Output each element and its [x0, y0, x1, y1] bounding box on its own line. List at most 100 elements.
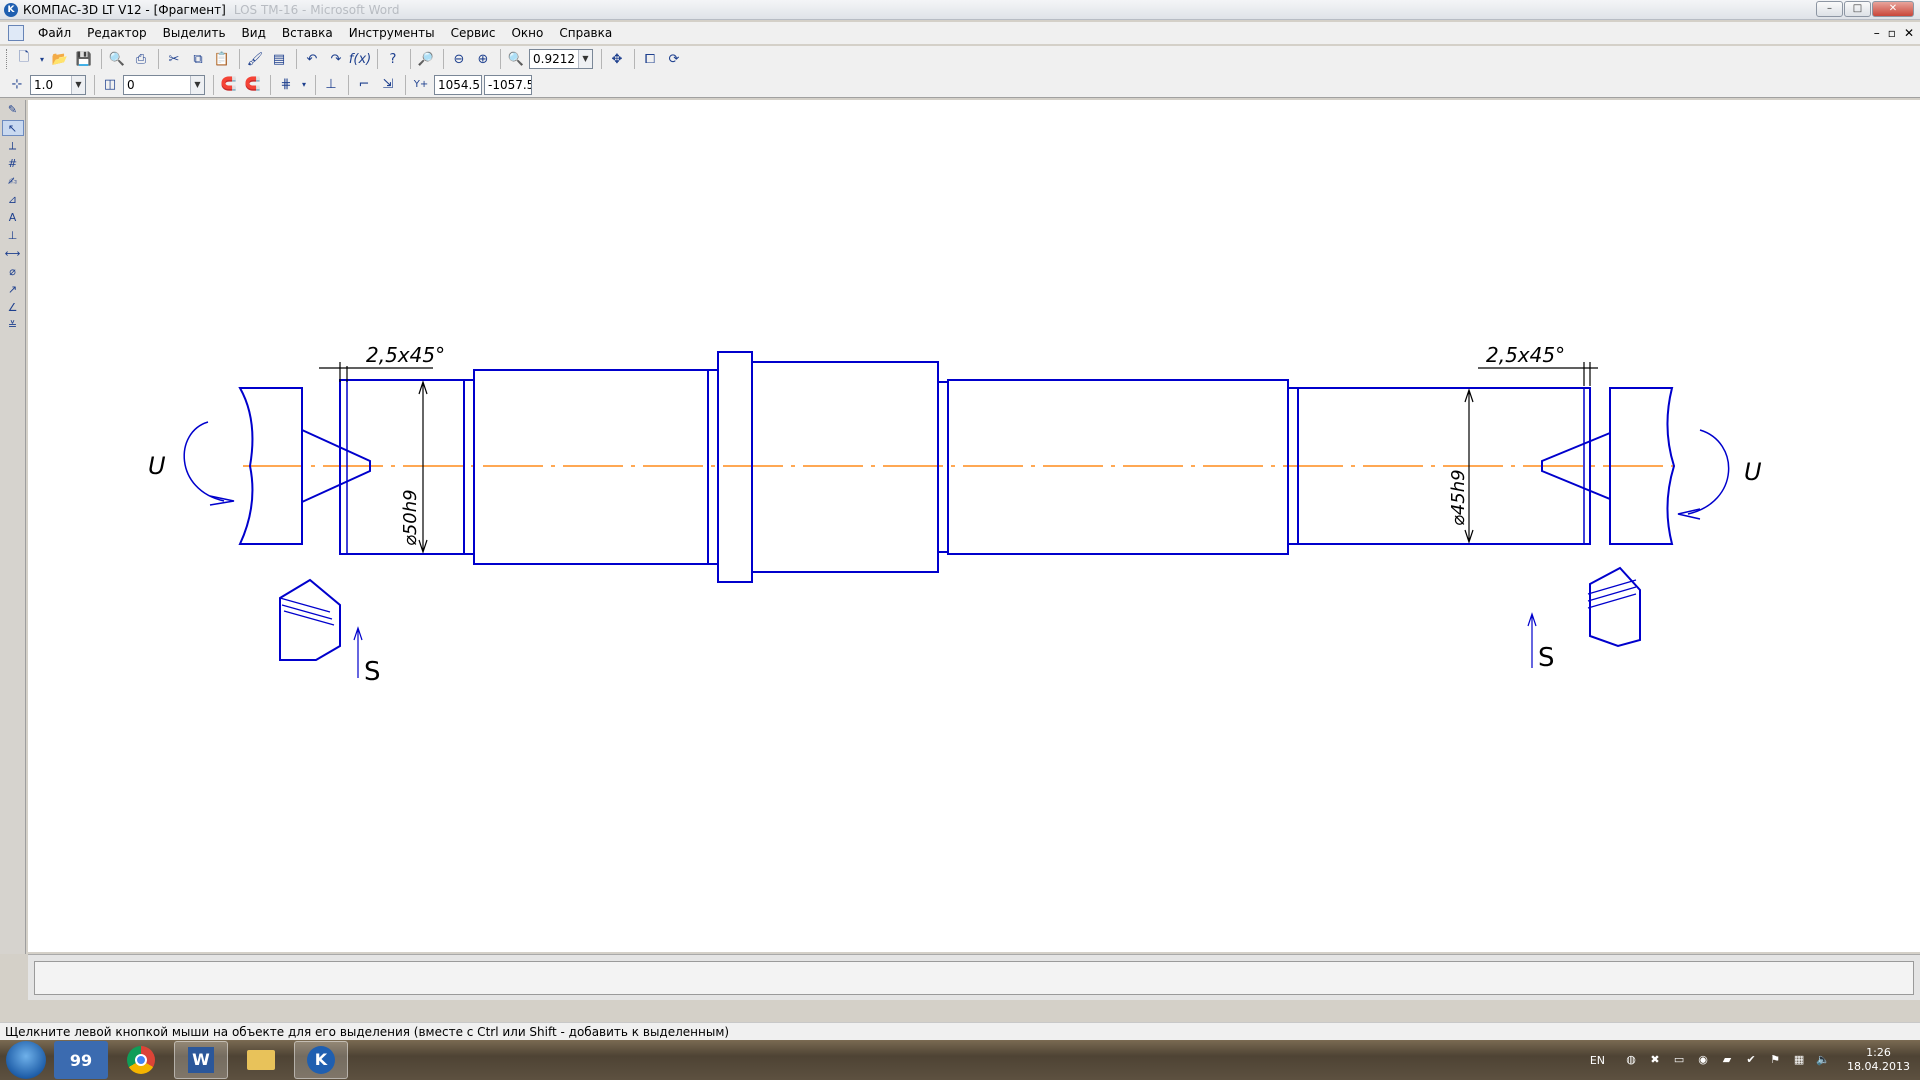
- chevron-down-icon[interactable]: ▼: [190, 75, 204, 94]
- diameter-icon[interactable]: ⌀: [2, 264, 24, 280]
- maximize-button[interactable]: □: [1844, 1, 1871, 17]
- clock-time: 1:26: [1866, 1046, 1891, 1059]
- close-button[interactable]: ✕: [1872, 1, 1914, 17]
- coord-y-field[interactable]: -1057.5: [484, 74, 532, 95]
- open-folder-icon[interactable]: 📂: [49, 48, 71, 70]
- nvidia-tray-icon[interactable]: ▰: [1719, 1052, 1735, 1068]
- property-panel-area[interactable]: [34, 961, 1914, 995]
- menu-window[interactable]: Окно: [503, 22, 551, 44]
- copy-icon[interactable]: ⧉: [187, 48, 209, 70]
- chrome-taskbar-icon[interactable]: [114, 1041, 168, 1079]
- radius-icon[interactable]: ↗: [2, 282, 24, 298]
- taskbar: 99 W K EN ◍ ✖ ▭ ◉ ▰ ✔ ⚑ ▦ 🔈 1:26 18.04.2…: [0, 1040, 1920, 1080]
- step-icon[interactable]: ⊹: [6, 74, 28, 96]
- document-icon[interactable]: [8, 25, 24, 41]
- show-all-icon[interactable]: ⧠: [639, 48, 661, 70]
- layer-combobox[interactable]: 0 ▼: [123, 74, 205, 95]
- doc-restore-button[interactable]: ▫: [1888, 22, 1896, 44]
- left-rotation-label: U: [148, 452, 166, 480]
- dimensions-icon[interactable]: ⟂: [2, 138, 24, 154]
- kompas-taskbar-icon[interactable]: K: [294, 1041, 348, 1079]
- security-tray-icon[interactable]: ✔: [1743, 1052, 1759, 1068]
- toolbar-separator: [377, 49, 378, 69]
- zoom-in-icon[interactable]: ⊕: [472, 48, 494, 70]
- menu-view[interactable]: Вид: [234, 22, 274, 44]
- print-icon[interactable]: ⎙: [130, 48, 152, 70]
- menu-file[interactable]: Файл: [30, 22, 79, 44]
- grid-icon[interactable]: ⋕: [275, 74, 297, 96]
- measure-icon[interactable]: ⊥: [2, 228, 24, 244]
- minimize-button[interactable]: –: [1816, 1, 1843, 17]
- menu-help[interactable]: Справка: [551, 22, 620, 44]
- system-tray: EN ◍ ✖ ▭ ◉ ▰ ✔ ⚑ ▦ 🔈 1:26 18.04.2013: [1590, 1040, 1910, 1080]
- step-combobox[interactable]: 1.0 ▼: [30, 74, 86, 95]
- snap-settings-icon[interactable]: 🧲: [242, 74, 264, 96]
- toolbar-separator: [213, 74, 214, 95]
- copy-properties-icon[interactable]: 🖌: [244, 48, 266, 70]
- roughness-icon[interactable]: ≚: [2, 318, 24, 334]
- pan-icon[interactable]: ✥: [606, 48, 628, 70]
- save-icon[interactable]: 💾: [73, 48, 95, 70]
- coord-x-field[interactable]: 1054.5: [434, 74, 482, 95]
- paste-icon[interactable]: 📋: [211, 48, 233, 70]
- chevron-down-icon[interactable]: ▼: [578, 50, 592, 68]
- variables-icon[interactable]: ▤: [268, 48, 290, 70]
- word-taskbar-icon[interactable]: W: [174, 1041, 228, 1079]
- local-coordinates-icon[interactable]: ⊥: [320, 74, 342, 96]
- print-preview-icon[interactable]: 🔍: [106, 48, 128, 70]
- parametrization-icon[interactable]: ⊿: [2, 192, 24, 208]
- display-tray-icon[interactable]: ▭: [1671, 1052, 1687, 1068]
- toolbar-separator: [270, 74, 271, 95]
- explorer-taskbar-icon[interactable]: [234, 1041, 288, 1079]
- chevron-down-icon[interactable]: ▼: [71, 75, 85, 94]
- refresh-icon[interactable]: ⟳: [663, 48, 685, 70]
- snap-magnet-icon[interactable]: 🧲: [218, 74, 240, 96]
- zoom-scale-icon[interactable]: 🔍: [505, 48, 527, 70]
- menu-insert[interactable]: Вставка: [274, 22, 341, 44]
- cursor-coordinates-icon[interactable]: ⇲: [377, 74, 399, 96]
- doc-close-button[interactable]: ✕: [1904, 22, 1914, 44]
- edit-icon[interactable]: ✍: [2, 174, 24, 190]
- title-bar: K КОМПАС-3D LT V12 - [Фрагмент] LOS TM-1…: [0, 0, 1920, 20]
- start-button[interactable]: [6, 1041, 46, 1079]
- background-window-title: LOS TM-16 - Microsoft Word: [233, 2, 400, 17]
- geometry-icon[interactable]: ✎: [2, 102, 24, 118]
- linear-dimension-icon[interactable]: ⟷: [2, 246, 24, 262]
- dropdown-arrow-icon[interactable]: ▾: [299, 74, 309, 96]
- update-tray-icon[interactable]: ◉: [1695, 1052, 1711, 1068]
- volume-icon[interactable]: 🔈: [1815, 1052, 1831, 1068]
- clock[interactable]: 1:26 18.04.2013: [1847, 1046, 1910, 1074]
- layer-icon[interactable]: ◫: [99, 74, 121, 96]
- zoom-combobox[interactable]: 0.9212 ▼: [529, 49, 593, 69]
- right-feed-arrow: [1527, 612, 1537, 668]
- drawing-canvas[interactable]: 2,5x45° 2,5x45° ⌀50h9 ⌀45h9 U U S S: [28, 100, 1920, 952]
- antivirus-tray-icon[interactable]: ✖: [1647, 1052, 1663, 1068]
- hatch-icon[interactable]: #: [2, 156, 24, 172]
- menu-editor[interactable]: Редактор: [79, 22, 154, 44]
- cut-icon[interactable]: ✂: [163, 48, 185, 70]
- coordinates-label-icon: Y+: [413, 79, 429, 90]
- total-commander-taskbar-icon[interactable]: 99: [54, 1041, 108, 1079]
- selection-icon[interactable]: ↖: [1, 120, 24, 136]
- menu-select[interactable]: Выделить: [155, 22, 234, 44]
- angle-icon[interactable]: ∠: [2, 300, 24, 316]
- zoom-out-icon[interactable]: ⊖: [448, 48, 470, 70]
- network-tray-icon[interactable]: ◍: [1623, 1052, 1639, 1068]
- doc-minimize-button[interactable]: –: [1874, 22, 1880, 44]
- left-chamfer-label: 2,5x45°: [366, 343, 445, 367]
- redo-icon[interactable]: ↷: [325, 48, 347, 70]
- dropdown-arrow-icon[interactable]: ▾: [37, 48, 47, 70]
- new-document-icon[interactable]: 🗋: [13, 48, 35, 70]
- toolbar-grip[interactable]: [6, 49, 9, 69]
- language-indicator[interactable]: EN: [1590, 1054, 1605, 1067]
- notation-icon[interactable]: A: [2, 210, 24, 226]
- function-icon[interactable]: f(x): [349, 48, 371, 70]
- ortho-mode-icon[interactable]: ⌐: [353, 74, 375, 96]
- zoom-window-icon[interactable]: 🔎: [415, 48, 437, 70]
- menu-tools[interactable]: Инструменты: [341, 22, 443, 44]
- action-center-flag-icon[interactable]: ⚑: [1767, 1052, 1783, 1068]
- network-connection-icon[interactable]: ▦: [1791, 1052, 1807, 1068]
- undo-icon[interactable]: ↶: [301, 48, 323, 70]
- menu-service[interactable]: Сервис: [443, 22, 504, 44]
- context-help-icon[interactable]: ?: [382, 48, 404, 70]
